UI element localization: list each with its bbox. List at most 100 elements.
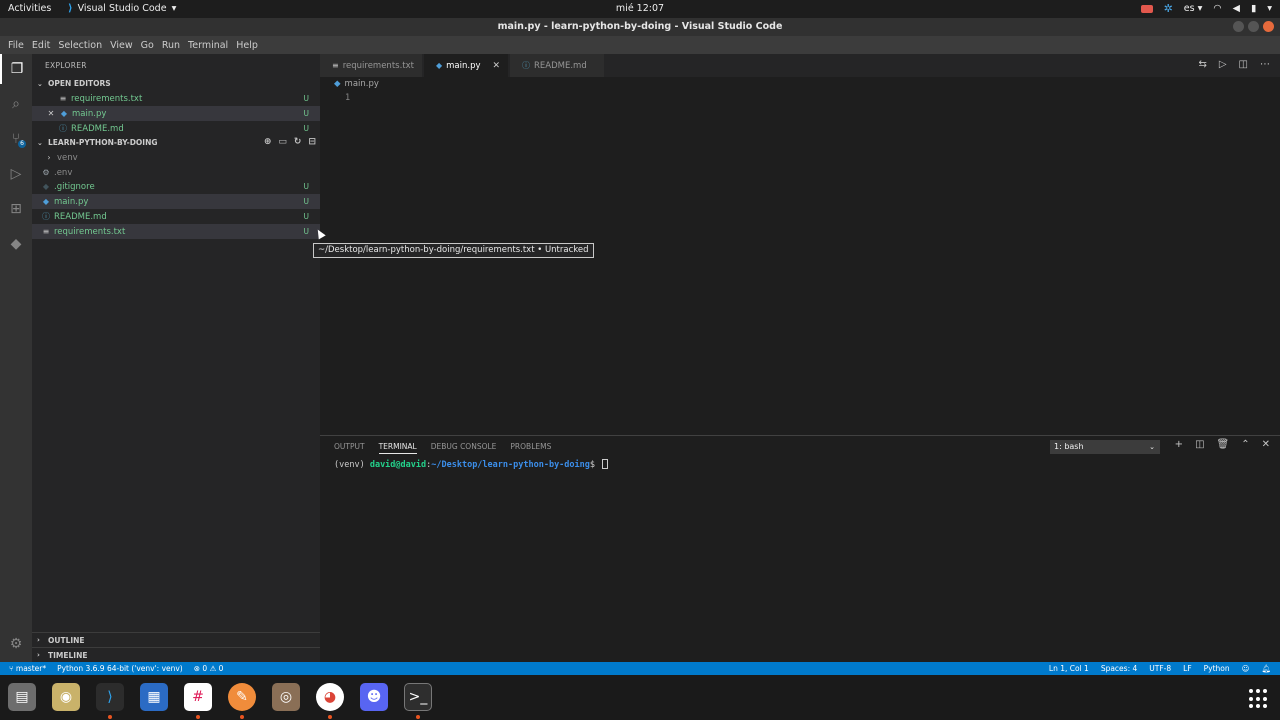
activities-button[interactable]: Activities (8, 3, 51, 14)
new-folder-icon[interactable]: ▭ (278, 137, 287, 147)
ubuntu-dock: ▤ ◉ ⟩ ▦ # ✎ ◎ ◕ ☻ >_ (0, 675, 1280, 720)
tree-item-label: venv (57, 152, 78, 163)
new-terminal-icon[interactable]: + (1175, 439, 1183, 450)
python-interpreter[interactable]: Python 3.6.9 64-bit ('venv': venv) (57, 664, 183, 673)
collapse-all-icon[interactable]: ⊟ (308, 137, 316, 147)
notifications-bell-icon[interactable]: 🔔︎ (1261, 664, 1271, 673)
split-editor-icon[interactable]: ◫ (1239, 59, 1248, 70)
outline-section-header[interactable]: › OUTLINE (32, 632, 320, 647)
battery-icon[interactable]: ▮ (1251, 3, 1256, 14)
slack-app-icon[interactable]: # (184, 683, 212, 711)
discord-app-icon[interactable]: ☻ (360, 683, 388, 711)
info-file-icon: ⓘ (42, 212, 50, 221)
menu-help[interactable]: Help (232, 40, 262, 51)
panel-tab-debug-console[interactable]: DEBUG CONSOLE (431, 442, 497, 454)
project-folder-header[interactable]: ⌄ LEARN-PYTHON-BY-DOING ⊕ ▭ ↻ ⊟ (32, 135, 320, 150)
language-mode[interactable]: Python (1204, 664, 1230, 673)
run-debug-icon[interactable]: ▷ (0, 159, 32, 189)
menu-go[interactable]: Go (137, 40, 158, 51)
tab-main-py[interactable]: ◆ main.py ✕ (424, 54, 508, 77)
feedback-icon[interactable]: ☺ (1242, 664, 1250, 673)
settings-indicator-icon[interactable]: ✲ (1164, 2, 1173, 15)
kill-terminal-icon[interactable]: 🗑 (1217, 439, 1230, 450)
cursor-position[interactable]: Ln 1, Col 1 (1049, 664, 1089, 673)
maximize-panel-icon[interactable]: ⌃ (1241, 439, 1249, 450)
panel-tab-output[interactable]: OUTPUT (334, 442, 365, 454)
indentation[interactable]: Spaces: 4 (1101, 664, 1137, 673)
running-indicator (416, 715, 420, 719)
editor-tab-bar: ≡ requirements.txt ◆ main.py ✕ ⓘ README.… (320, 54, 1280, 77)
explorer-icon[interactable]: ❐ (0, 54, 32, 84)
running-indicator (240, 715, 244, 719)
editor-area[interactable] (320, 90, 1280, 435)
more-actions-icon[interactable]: ⋯ (1260, 59, 1270, 70)
minimize-button[interactable] (1233, 21, 1244, 32)
menu-terminal[interactable]: Terminal (184, 40, 232, 51)
menu-selection[interactable]: Selection (54, 40, 106, 51)
volume-icon[interactable]: ◀ (1233, 3, 1240, 14)
panel-tab-terminal[interactable]: TERMINAL (378, 442, 417, 454)
keyboard-layout[interactable]: es ▾ (1184, 3, 1203, 14)
close-icon[interactable]: ✕ (493, 61, 501, 71)
wifi-icon[interactable]: ◠ (1213, 3, 1221, 14)
tab-requirements[interactable]: ≡ requirements.txt (320, 54, 422, 77)
show-applications-icon[interactable] (1249, 689, 1269, 709)
close-window-button[interactable] (1263, 21, 1274, 32)
run-file-icon[interactable]: ▷ (1219, 59, 1227, 70)
terminal-app-icon[interactable]: >_ (404, 683, 432, 711)
menu-view[interactable]: View (106, 40, 137, 51)
screen-record-icon[interactable] (1140, 4, 1153, 13)
chrome-app-icon[interactable]: ◕ (316, 683, 344, 711)
open-changes-icon[interactable]: ⇆ (1198, 59, 1206, 70)
open-editor-item[interactable]: ✕ ◆ main.py U (32, 106, 320, 121)
end-of-line[interactable]: LF (1183, 664, 1192, 673)
git-branch[interactable]: ⑂ master* (9, 664, 46, 673)
power-menu-icon[interactable]: ▾ (1267, 3, 1272, 14)
refresh-icon[interactable]: ↻ (294, 137, 302, 147)
tree-item[interactable]: ◆ .gitignore U (32, 179, 320, 194)
menu-run[interactable]: Run (158, 40, 184, 51)
search-icon[interactable]: ⌕ (0, 89, 32, 119)
terminal-select[interactable]: 1: bash ⌄ (1050, 440, 1160, 454)
tree-item[interactable]: ⓘ README.md U (32, 209, 320, 224)
tree-item-folder[interactable]: › venv (32, 150, 320, 165)
split-terminal-icon[interactable]: ◫ (1195, 439, 1204, 450)
menu-file[interactable]: File (4, 40, 28, 51)
tab-readme[interactable]: ⓘ README.md (510, 54, 604, 77)
app-menu-label: Visual Studio Code (77, 3, 167, 14)
breadcrumb[interactable]: ◆ main.py (334, 79, 379, 89)
files-app-icon[interactable]: ▤ (8, 683, 36, 711)
new-file-icon[interactable]: ⊕ (264, 137, 272, 147)
extensions-icon[interactable]: ⊞ (0, 194, 32, 224)
open-editors-header[interactable]: ⌄ OPEN EDITORS (32, 76, 320, 91)
open-editor-item[interactable]: ≡ requirements.txt U (32, 91, 320, 106)
clock[interactable]: mié 12:07 (616, 3, 664, 14)
file-tooltip: ~/Desktop/learn-python-by-doing/requirem… (313, 243, 594, 258)
app-menu[interactable]: ⟩ Visual Studio Code ▾ (68, 3, 176, 14)
sublime-like-app-icon[interactable]: ✎ (228, 683, 256, 711)
tree-item[interactable]: ≡ requirements.txt U (32, 224, 320, 239)
encoding[interactable]: UTF-8 (1149, 664, 1171, 673)
vscode-app-icon[interactable]: ⟩ (96, 683, 124, 711)
git-status-badge: U (303, 109, 310, 118)
docker-icon[interactable]: ◆ (0, 229, 32, 259)
libreoffice-writer-app-icon[interactable]: ▦ (140, 683, 168, 711)
maximize-button[interactable] (1248, 21, 1259, 32)
timeline-section-header[interactable]: › TIMELINE (32, 647, 320, 662)
rhythmbox-app-icon[interactable]: ◉ (52, 683, 80, 711)
tree-item[interactable]: ◆ main.py U (32, 194, 320, 209)
manage-gear-icon[interactable]: ⚙ (0, 629, 32, 659)
activity-bar: ❐ ⌕ ⑂ 6 ▷ ⊞ ◆ ⚙ (0, 54, 32, 662)
close-panel-icon[interactable]: ✕ (1262, 439, 1270, 450)
window-title-bar: main.py - learn-python-by-doing - Visual… (0, 18, 1280, 36)
terminal-prompt[interactable]: (venv) david@david:~/Desktop/learn-pytho… (334, 459, 609, 470)
menu-edit[interactable]: Edit (28, 40, 54, 51)
panel-tab-problems[interactable]: PROBLEMS (510, 442, 551, 454)
open-editor-item[interactable]: ⓘ README.md U (32, 121, 320, 136)
source-control-icon[interactable]: ⑂ 6 (0, 124, 32, 154)
close-icon[interactable]: ✕ (46, 109, 56, 118)
problems-indicator[interactable]: ⊗ 0 ⚠ 0 (194, 664, 224, 673)
tree-item[interactable]: ⚙ .env (32, 165, 320, 180)
chevron-right-icon: › (37, 636, 40, 644)
camera-app-icon[interactable]: ◎ (272, 683, 300, 711)
